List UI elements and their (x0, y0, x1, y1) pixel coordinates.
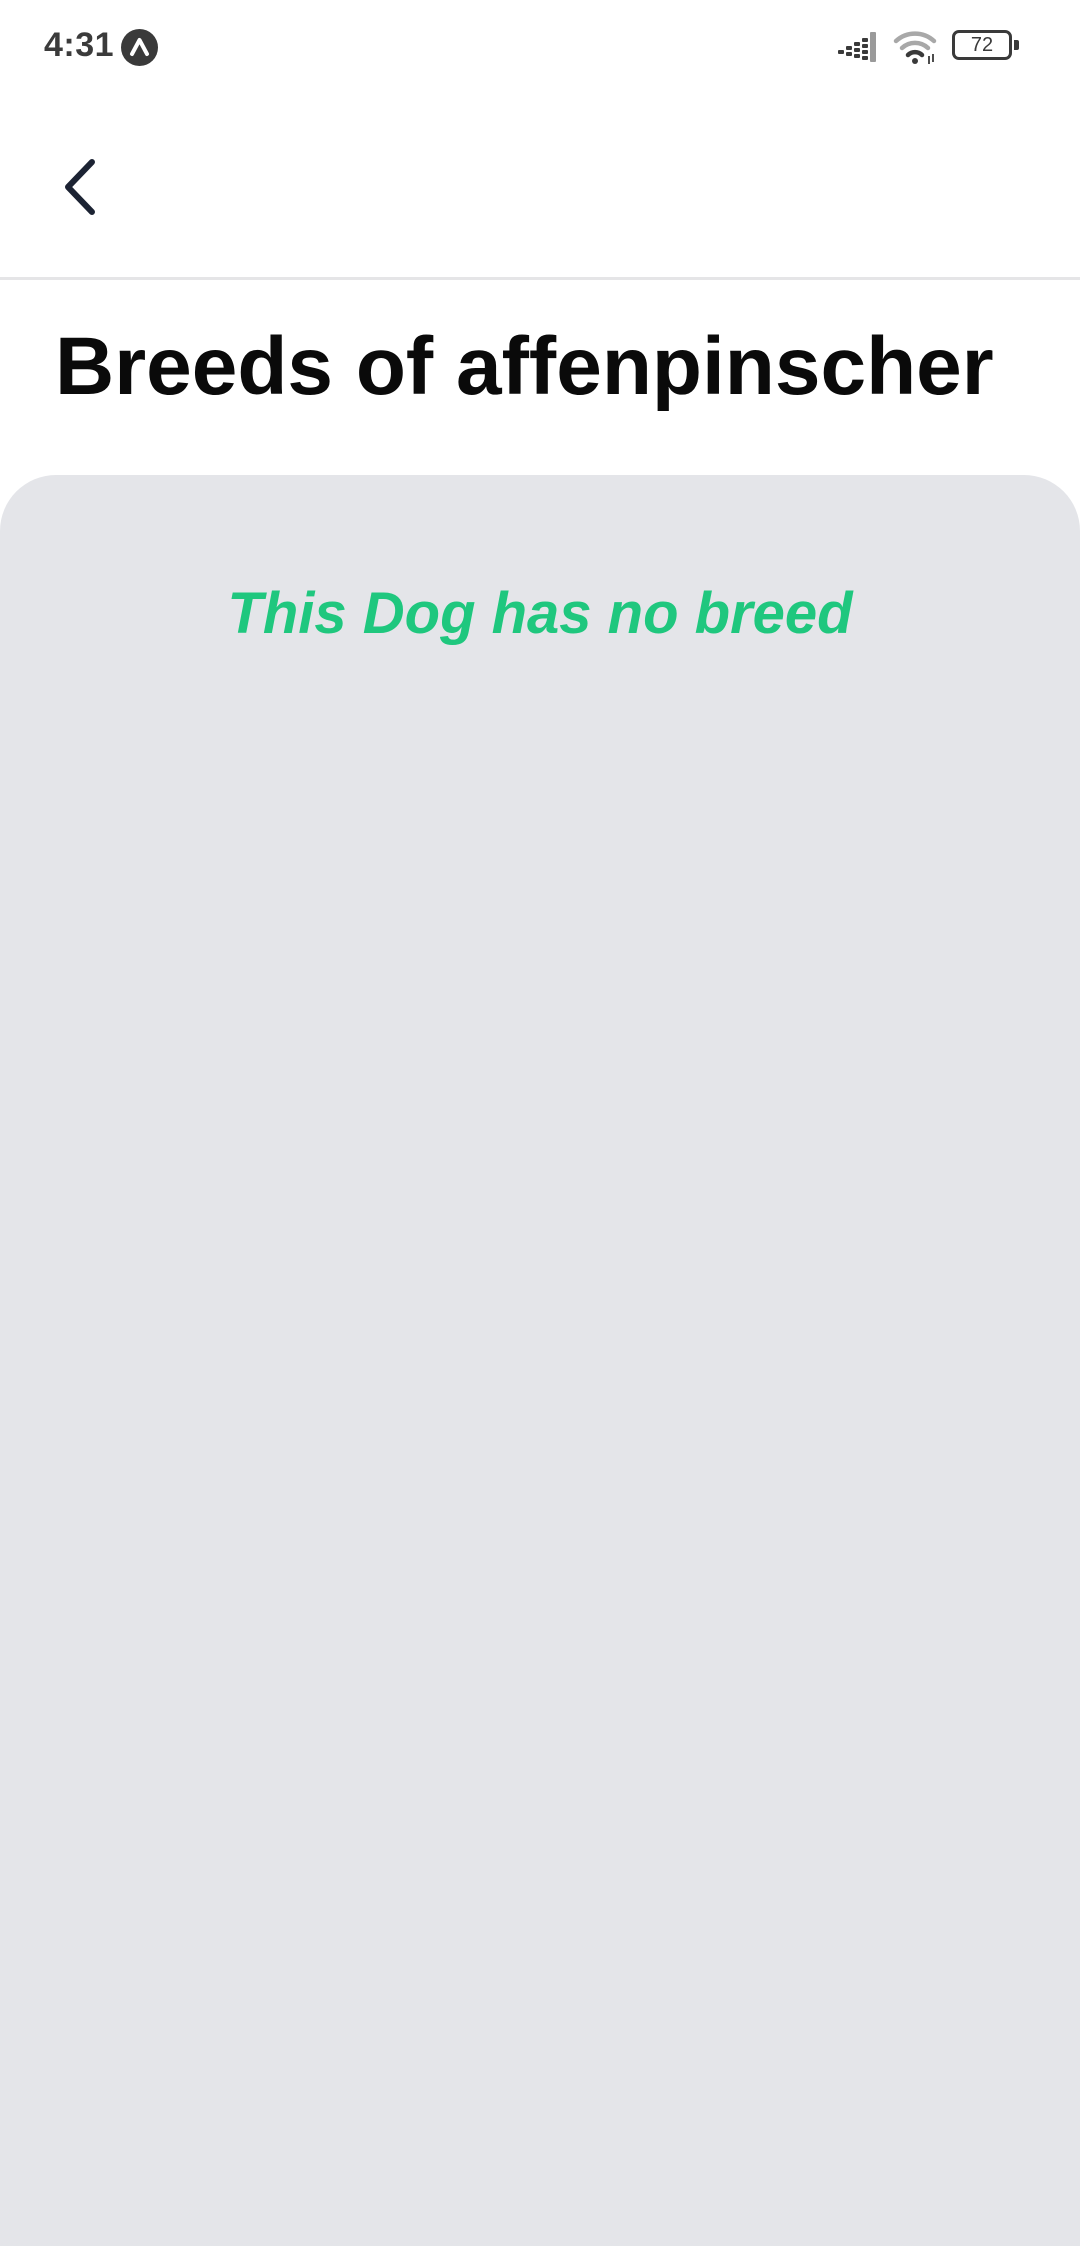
wifi-icon (893, 28, 939, 71)
app-notification-icon (121, 29, 158, 66)
status-bar: 4:31 72 (0, 0, 1080, 96)
breeds-list-panel: This Dog has no breed (0, 475, 1080, 2246)
page-title: Breeds of affenpinscher (55, 321, 994, 412)
screen: 4:31 72 Breeds of affenpinscher This Dog… (0, 0, 1080, 2246)
chevron-left-icon (65, 159, 95, 215)
battery-level: 72 (970, 34, 994, 56)
battery-icon: 72 (952, 30, 1019, 60)
status-time: 4:31 (44, 26, 115, 64)
app-header (0, 96, 1080, 280)
empty-state-message: This Dog has no breed (227, 581, 853, 646)
back-button[interactable] (40, 146, 120, 226)
signal-icon (838, 30, 880, 69)
